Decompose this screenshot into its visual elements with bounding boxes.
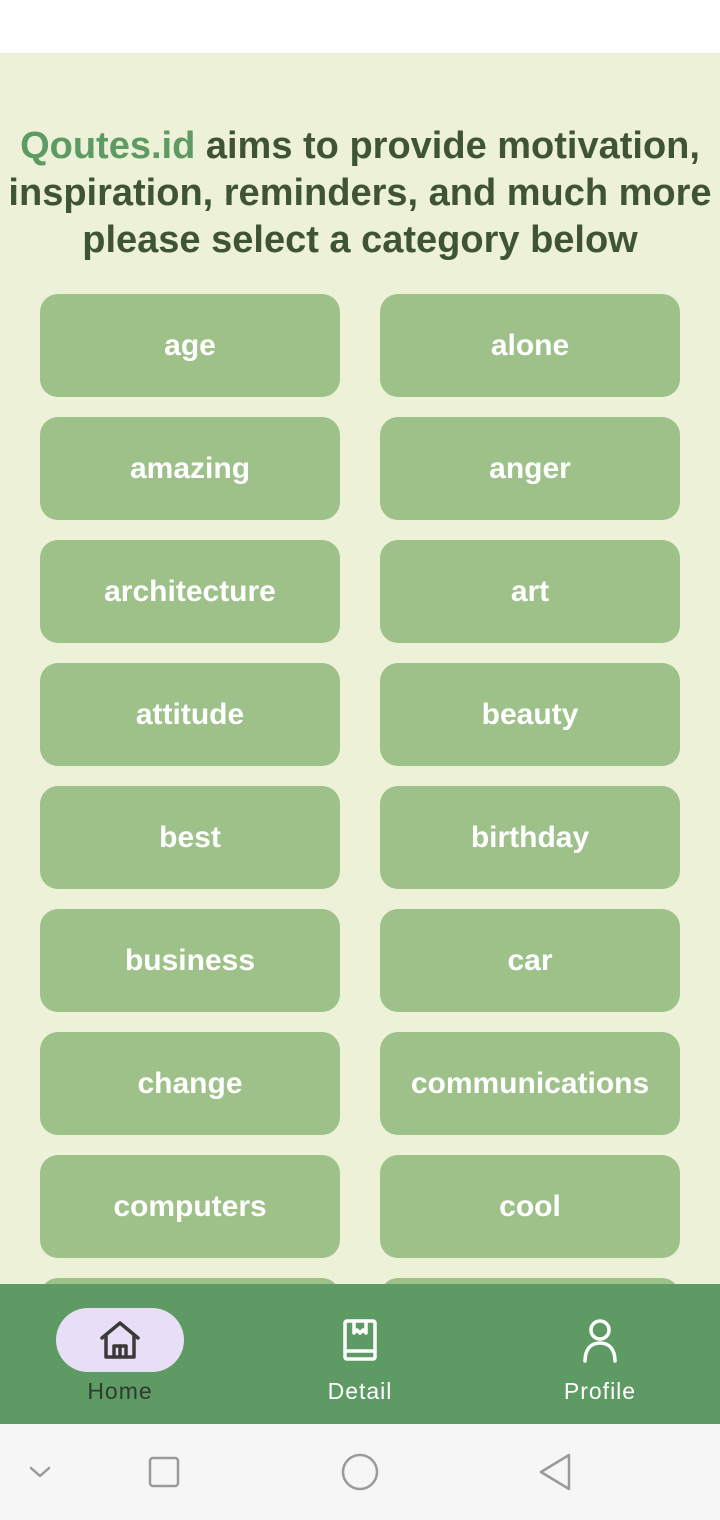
category-button-beauty[interactable]: beauty [380,663,680,766]
system-back-button[interactable] [528,1444,584,1500]
category-button-cool[interactable]: cool [380,1155,680,1258]
nav-item-detail[interactable]: Detail [240,1284,480,1424]
page-headline: Qoutes.id aims to provide motivation, in… [0,123,720,264]
category-grid: age alone amazing anger architecture art… [40,294,680,1284]
headline-line-2: inspiration, reminders, and much more [8,172,712,214]
brand-name: Qoutes.id [20,125,196,167]
chevron-down-icon [29,1466,51,1478]
category-button-car[interactable]: car [380,909,680,1012]
system-navigation-bar [0,1424,720,1520]
category-button-architecture[interactable]: architecture [40,540,340,643]
category-button-change[interactable]: change [40,1032,340,1135]
category-button-computers[interactable]: computers [40,1155,340,1258]
category-button-age[interactable]: age [40,294,340,397]
headline-line-3: please select a category below [82,219,638,261]
category-screen: Qoutes.id aims to provide motivation, in… [0,53,720,1284]
category-button-communications[interactable]: communications [380,1032,680,1135]
triangle-back-icon [539,1453,571,1491]
system-dropdown-button[interactable] [12,1444,68,1500]
system-recents-button[interactable] [136,1444,192,1500]
category-button-business[interactable]: business [40,909,340,1012]
square-icon [148,1456,180,1488]
nav-item-home[interactable]: Home [0,1284,240,1424]
category-button-birthday[interactable]: birthday [380,786,680,889]
nav-label-home: Home [87,1378,153,1404]
circle-icon [341,1453,379,1491]
category-button-alone[interactable]: alone [380,294,680,397]
system-home-button[interactable] [332,1444,388,1500]
nav-label-detail: Detail [327,1378,393,1404]
category-button-anger[interactable]: anger [380,417,680,520]
bottom-navigation: Home Detail Profile [0,1284,720,1424]
book-icon [343,1319,377,1361]
status-bar [0,0,720,53]
nav-item-profile[interactable]: Profile [480,1284,720,1424]
category-button-best[interactable]: best [40,786,340,889]
person-icon [583,1319,617,1363]
nav-label-profile: Profile [563,1378,637,1404]
home-icon [100,1321,140,1359]
nav-active-indicator [56,1308,184,1372]
headline-line-1: aims to provide motivation, [195,125,700,167]
category-button-amazing[interactable]: amazing [40,417,340,520]
category-button-art[interactable]: art [380,540,680,643]
category-button-attitude[interactable]: attitude [40,663,340,766]
